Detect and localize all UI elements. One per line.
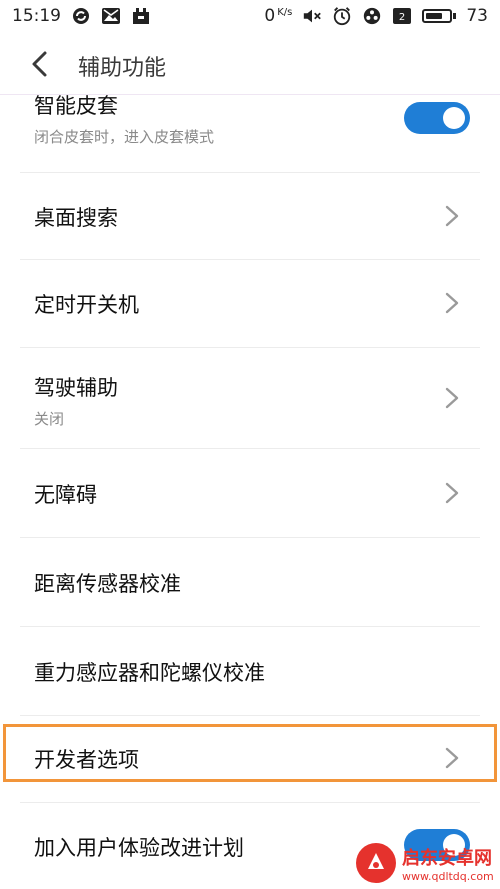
- setting-title: 重力感应器和陀螺仪校准: [34, 661, 265, 685]
- setting-scheduled-power[interactable]: 定时开关机: [0, 260, 500, 347]
- chevron-right-icon: [445, 387, 459, 409]
- setting-title: 加入用户体验改进计划: [34, 836, 244, 860]
- setting-title: 桌面搜索: [34, 206, 118, 230]
- battery-level: 73: [466, 6, 488, 26]
- setting-accessibility[interactable]: 无障碍: [0, 449, 500, 537]
- setting-title: 开发者选项: [34, 748, 139, 772]
- back-button[interactable]: [24, 48, 56, 80]
- status-right: 0 K/s 2 73: [264, 6, 488, 26]
- app-icon: [362, 6, 382, 26]
- image-icon: [101, 6, 121, 26]
- alarm-icon: [332, 6, 352, 26]
- network-speed: 0 K/s: [264, 6, 293, 26]
- watermark-logo-icon: [356, 843, 396, 883]
- status-left: 15:19: [12, 6, 151, 26]
- page-title: 辅助功能: [78, 56, 167, 81]
- chevron-right-icon: [445, 292, 459, 314]
- setting-smart-cover[interactable]: 智能皮套 闭合皮套时，进入皮套模式: [0, 94, 500, 172]
- notification-icon: [131, 6, 151, 26]
- sim-icon: 2: [392, 6, 412, 26]
- chevron-right-icon: [445, 205, 459, 227]
- chevron-right-icon: [445, 747, 459, 769]
- setting-subtitle: 闭合皮套时，进入皮套模式: [34, 128, 215, 146]
- setting-title: 定时开关机: [34, 293, 139, 317]
- status-bar: 15:19 0 K/s 2 73: [0, 0, 500, 34]
- mute-icon: [302, 6, 322, 26]
- setting-desktop-search[interactable]: 桌面搜索: [0, 173, 500, 259]
- watermark: 启东安卓网 www.qdltdq.com: [356, 839, 496, 887]
- setting-title: 无障碍: [34, 483, 97, 507]
- setting-developer-options[interactable]: 开发者选项: [0, 716, 500, 802]
- setting-gravity-gyro-calibration[interactable]: 重力感应器和陀螺仪校准: [0, 627, 500, 715]
- battery-icon: 73: [422, 6, 488, 26]
- setting-title: 距离传感器校准: [34, 572, 181, 596]
- setting-subtitle: 关闭: [34, 410, 65, 428]
- setting-title: 驾驶辅助: [34, 376, 118, 400]
- watermark-name: 启东安卓网: [402, 847, 492, 869]
- chevron-left-icon: [32, 51, 47, 77]
- chevron-right-icon: [445, 482, 459, 504]
- battery-fill: [426, 13, 443, 19]
- watermark-url: www.qdltdq.com: [402, 869, 494, 883]
- toggle-knob: [443, 107, 465, 129]
- clock: 15:19: [12, 6, 61, 26]
- sync-icon: [71, 6, 91, 26]
- setting-proximity-calibration[interactable]: 距离传感器校准: [0, 538, 500, 626]
- smart-cover-toggle[interactable]: [404, 102, 470, 134]
- app-header: 辅助功能: [0, 34, 500, 95]
- setting-driving-assist[interactable]: 驾驶辅助 关闭: [0, 348, 500, 448]
- svg-text:2: 2: [399, 12, 405, 23]
